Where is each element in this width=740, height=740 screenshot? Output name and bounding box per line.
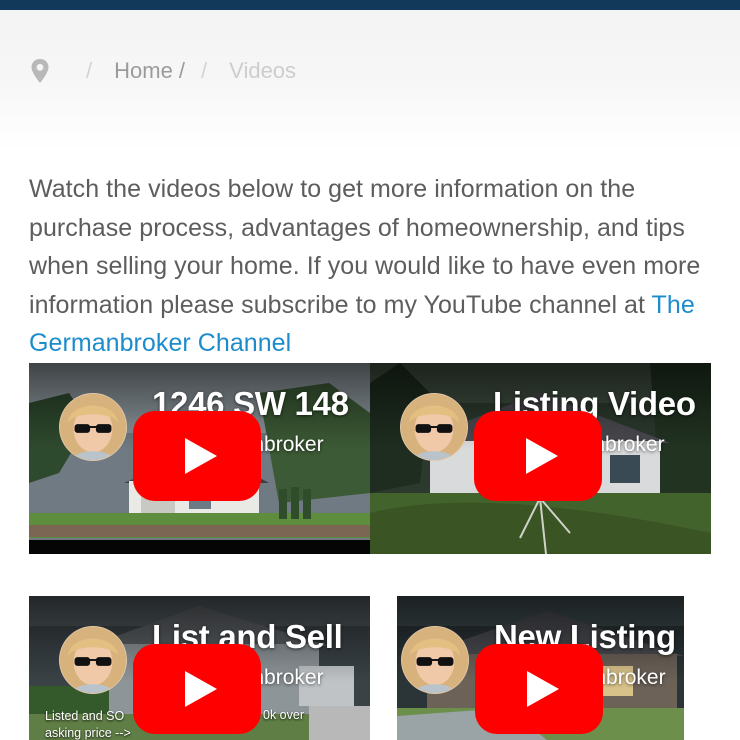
map-pin-icon[interactable] xyxy=(30,58,50,84)
video-embed-2[interactable]: Listing Video TheGermanbroker xyxy=(370,363,711,554)
intro-text: Watch the videos below to get more infor… xyxy=(29,175,701,319)
video-embed-1[interactable]: 1246 SW 148 TheGermanbroker xyxy=(29,363,370,554)
breadcrumb: / Home / / Videos xyxy=(30,56,296,86)
intro-paragraph: Watch the videos below to get more infor… xyxy=(29,170,719,363)
top-bar xyxy=(0,0,740,10)
video-overlay-caption: Listed and SO asking price --> xyxy=(45,709,131,740)
video-embed-4[interactable]: New Listing TheGermanbroker xyxy=(397,596,684,740)
channel-avatar[interactable] xyxy=(59,393,127,461)
play-button[interactable] xyxy=(133,644,261,734)
play-button[interactable] xyxy=(474,411,602,501)
channel-avatar[interactable] xyxy=(59,626,127,694)
play-button[interactable] xyxy=(133,411,261,501)
breadcrumb-home-link[interactable]: Home / xyxy=(114,58,185,84)
breadcrumb-current: Videos xyxy=(229,58,297,83)
channel-avatar[interactable] xyxy=(401,626,469,694)
video-embed-3[interactable]: List and Sell TheGermanbroker Listed and… xyxy=(29,596,370,740)
channel-avatar[interactable] xyxy=(400,393,468,461)
breadcrumb-separator: / xyxy=(86,58,93,83)
video-overlay-caption: 0k over xyxy=(263,708,304,722)
play-button[interactable] xyxy=(475,644,603,734)
breadcrumb-separator: / xyxy=(201,58,208,83)
breadcrumb-band: / Home / / Videos xyxy=(0,10,740,150)
